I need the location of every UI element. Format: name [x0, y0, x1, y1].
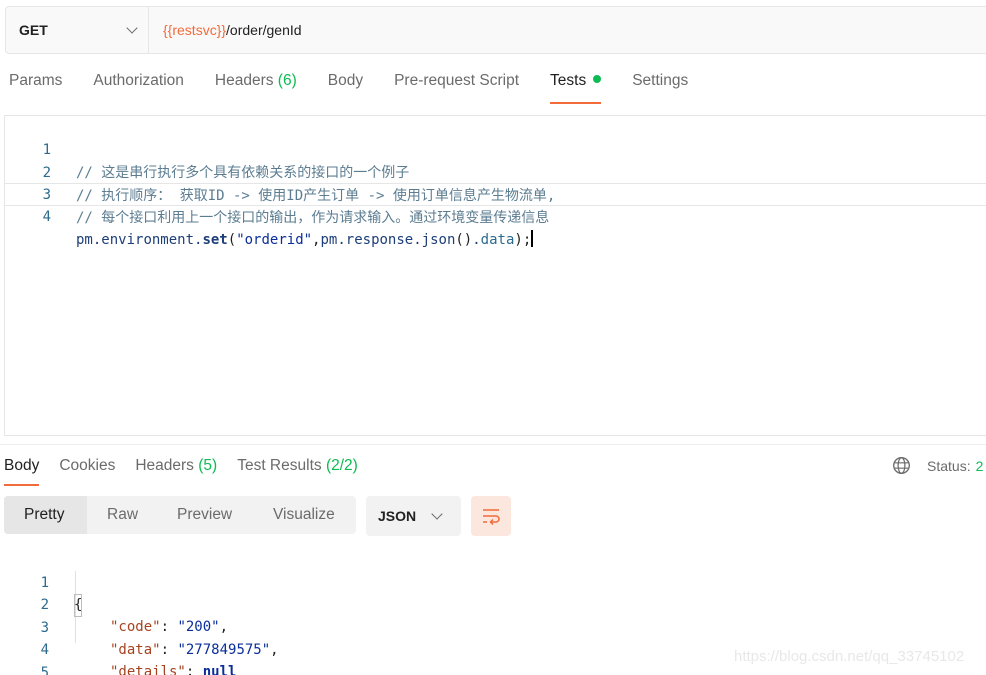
view-preview-button[interactable]: Preview: [160, 496, 256, 534]
wrap-lines-icon: [483, 509, 500, 525]
tab-settings[interactable]: Settings: [632, 72, 688, 104]
response-divider: [0, 444, 986, 445]
json-entry: "data": "277849575",: [110, 639, 279, 662]
view-mode-group: Pretty Raw Preview Visualize: [4, 496, 356, 534]
json-colon: :: [160, 619, 178, 635]
method-label: GET: [19, 22, 48, 38]
response-tab-test-results[interactable]: Test Results (2/2): [237, 457, 358, 486]
response-line: 5 }: [0, 639, 49, 675]
code-token: pm: [320, 232, 338, 248]
request-url-bar: GET {{restsvc}}/order/genId: [5, 6, 986, 54]
response-tab-cookies-label: Cookies: [59, 457, 116, 474]
code-line: 3 // 每个接口利用上一个接口的输出，作为请求输入。通过环境变量传递信息: [5, 161, 986, 226]
code-token: (): [455, 232, 473, 248]
url-input[interactable]: {{restsvc}}/order/genId: [149, 7, 986, 53]
chevron-down-icon: [126, 22, 138, 34]
method-select[interactable]: GET: [6, 7, 149, 53]
tab-authorization-label: Authorization: [93, 72, 184, 89]
view-preview-label: Preview: [177, 506, 233, 523]
code-token: environment: [101, 232, 195, 248]
tab-body-label: Body: [327, 72, 364, 89]
status-label: Status:: [927, 457, 971, 474]
tab-tests[interactable]: Tests: [550, 72, 602, 104]
headers-count-badge: (6): [277, 72, 297, 89]
code-token: response: [345, 232, 414, 248]
code-line: 1 // 这是串行执行多个具有依赖关系的接口的一个例子: [5, 116, 986, 181]
json-open-brace: {: [74, 594, 83, 617]
response-line: 2 "code": "200",: [0, 571, 228, 636]
response-tab-headers[interactable]: Headers (5): [135, 457, 217, 486]
view-visualize-button[interactable]: Visualize: [256, 496, 356, 534]
tab-authorization[interactable]: Authorization: [93, 72, 183, 104]
tab-settings-label: Settings: [632, 72, 689, 89]
format-select[interactable]: JSON: [366, 496, 461, 536]
text-cursor: [531, 230, 534, 247]
json-key: "data": [110, 642, 161, 658]
code-comment: // 每个接口利用上一个接口的输出，作为请求输入。通过环境变量传递信息: [76, 210, 550, 226]
view-raw-label: Raw: [107, 506, 139, 523]
response-tab-body-label: Body: [4, 457, 40, 474]
json-colon: :: [160, 642, 178, 658]
code-token: set: [202, 232, 228, 248]
view-pretty-label: Pretty: [24, 506, 65, 523]
json-entry: "details": null: [110, 661, 236, 675]
url-variable: {{restsvc}}: [163, 22, 227, 38]
json-value: "277849575": [177, 642, 271, 658]
tab-params-label: Params: [9, 72, 63, 89]
code-token: );: [514, 232, 532, 248]
view-raw-button[interactable]: Raw: [87, 496, 160, 534]
request-tabs: Params Authorization Headers (6) Body Pr…: [9, 72, 719, 104]
tests-script-editor[interactable]: 1 // 这是串行执行多个具有依赖关系的接口的一个例子 2 // 执行顺序： 获…: [4, 115, 986, 436]
globe-icon[interactable]: [892, 456, 911, 475]
code-token: .: [472, 232, 481, 248]
json-key: "details": [110, 664, 186, 675]
code-token: data: [480, 232, 515, 248]
status-value: 2: [975, 457, 984, 474]
response-headers-count-badge: (5): [198, 457, 218, 474]
response-line: 3 "data": "277849575",: [0, 594, 279, 659]
tab-body[interactable]: Body: [328, 72, 363, 104]
response-line: 1 {: [0, 549, 83, 617]
view-visualize-label: Visualize: [273, 506, 335, 523]
tab-pre-request-script[interactable]: Pre-request Script: [394, 72, 519, 104]
code-token: "orderid": [236, 232, 313, 248]
view-pretty-button[interactable]: Pretty: [4, 496, 87, 534]
response-tab-headers-label: Headers: [135, 457, 194, 474]
code-token: pm: [76, 232, 93, 248]
json-value: "200": [177, 619, 220, 635]
code-line: 2 // 执行顺序： 获取ID -> 使用ID产生订单 -> 使用订单信息产生物…: [5, 139, 986, 204]
response-tab-cookies[interactable]: Cookies: [59, 457, 115, 486]
tab-pre-request-label: Pre-request Script: [394, 72, 520, 89]
code-token: json: [421, 232, 456, 248]
response-tab-body[interactable]: Body: [4, 457, 40, 486]
json-value: null: [202, 664, 237, 675]
url-path: /order/genId: [226, 22, 302, 38]
code-token: (: [227, 232, 237, 248]
tab-headers-label: Headers: [214, 72, 274, 89]
json-entry: "code": "200",: [110, 616, 228, 639]
watermark: https://blog.csdn.net/qq_33745102: [734, 648, 965, 665]
response-tab-test-results-label: Test Results: [237, 457, 322, 474]
json-colon: :: [185, 664, 203, 675]
response-tabs: Body Cookies Headers (5) Test Results (2…: [4, 457, 378, 486]
code-token: .: [337, 232, 346, 248]
tab-params[interactable]: Params: [9, 72, 62, 104]
tab-headers[interactable]: Headers (6): [215, 72, 297, 104]
json-comma: ,: [270, 642, 279, 658]
json-comma: ,: [219, 619, 229, 635]
test-results-count-badge: (2/2): [325, 457, 358, 474]
line-number: 5: [40, 664, 49, 675]
tab-tests-label: Tests: [550, 72, 587, 89]
line-number: 4: [42, 209, 51, 225]
tests-indicator-dot: [593, 75, 602, 83]
response-status: Status: 2: [892, 456, 983, 475]
code-statement: pm.environment.set("orderid",pm.response…: [76, 230, 534, 251]
wrap-lines-button[interactable]: [471, 496, 511, 536]
chevron-down-icon: [431, 508, 443, 520]
code-line-current: 4 pm.environment.set("orderid",pm.respon…: [5, 183, 986, 248]
code-token: .: [413, 232, 422, 248]
format-label: JSON: [378, 508, 417, 524]
response-line: 4 "details": null: [0, 616, 237, 675]
json-key: "code": [110, 619, 161, 635]
